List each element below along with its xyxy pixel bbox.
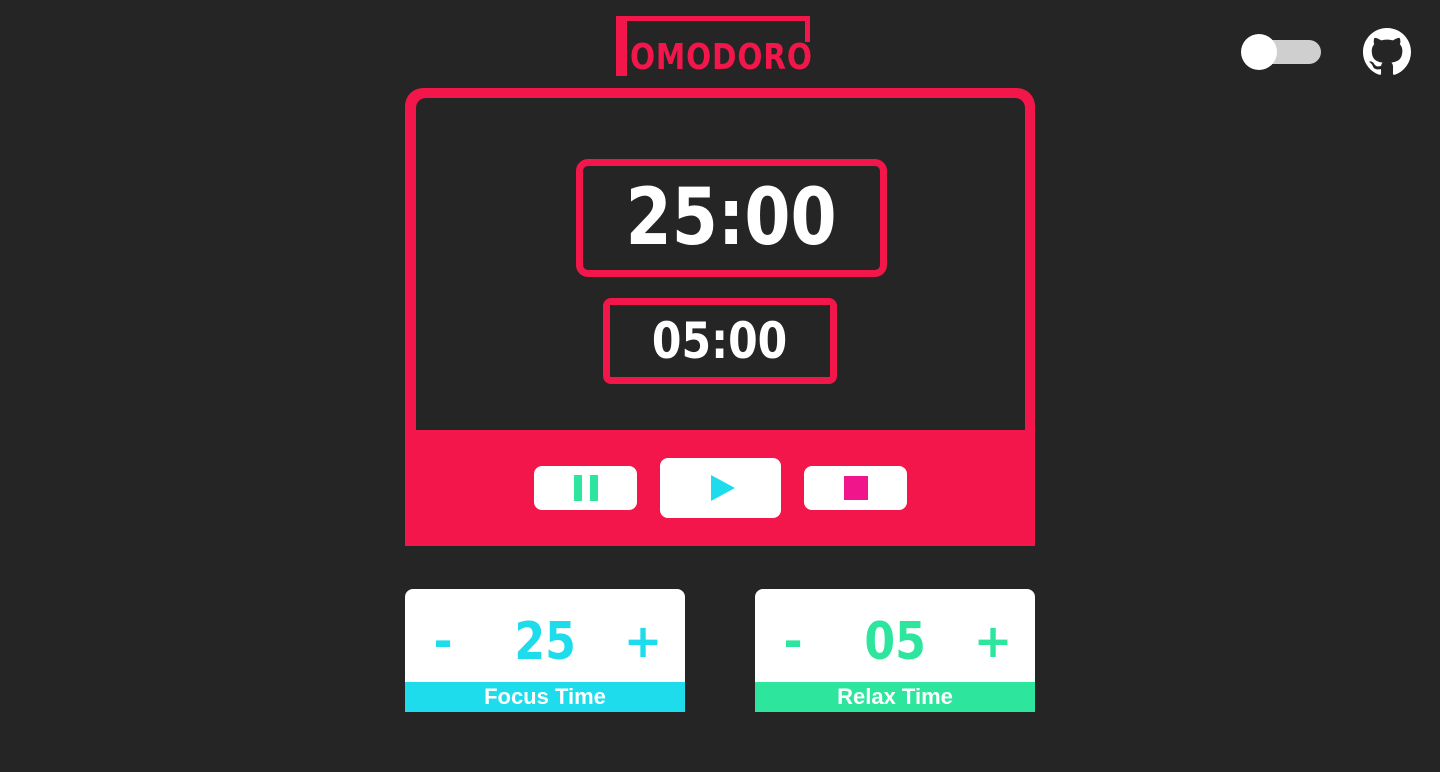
focus-time-label: Focus Time	[405, 682, 685, 712]
github-icon	[1363, 28, 1411, 75]
toggle-knob	[1241, 34, 1277, 70]
focus-countdown-text: 25:00	[625, 173, 838, 263]
play-button[interactable]	[660, 458, 781, 518]
logo-p-stem	[616, 16, 627, 76]
focus-time-value-text: 25	[514, 612, 576, 672]
timer-screen: 25:00 05:00	[416, 98, 1025, 430]
theme-toggle[interactable]	[1241, 34, 1321, 70]
pause-button[interactable]	[534, 466, 637, 510]
focus-decrease-button[interactable]: -	[413, 611, 473, 671]
stop-icon	[843, 476, 868, 500]
relax-time-value: 05	[845, 611, 945, 673]
app-logo: OMODORO	[616, 16, 813, 78]
pause-icon	[573, 475, 598, 501]
relax-time-setting: - 05 + Relax Time	[755, 589, 1035, 712]
focus-countdown: 25:00	[576, 159, 887, 277]
relax-time-value-text: 05	[864, 612, 926, 672]
play-icon	[710, 475, 735, 501]
relax-countdown-text: 05:00	[652, 312, 788, 370]
logo-text: OMODORO	[630, 37, 813, 78]
relax-countdown: 05:00	[603, 298, 837, 384]
github-link[interactable]	[1363, 28, 1411, 76]
focus-time-setting: - 25 + Focus Time	[405, 589, 685, 712]
relax-time-label: Relax Time	[755, 682, 1035, 712]
relax-increase-button[interactable]: +	[963, 611, 1023, 671]
timer-card: 25:00 05:00	[405, 88, 1035, 546]
relax-decrease-button[interactable]: -	[763, 611, 823, 671]
stop-button[interactable]	[804, 466, 907, 510]
timer-controls	[405, 430, 1035, 546]
focus-increase-button[interactable]: +	[613, 611, 673, 671]
focus-time-value: 25	[495, 611, 595, 673]
